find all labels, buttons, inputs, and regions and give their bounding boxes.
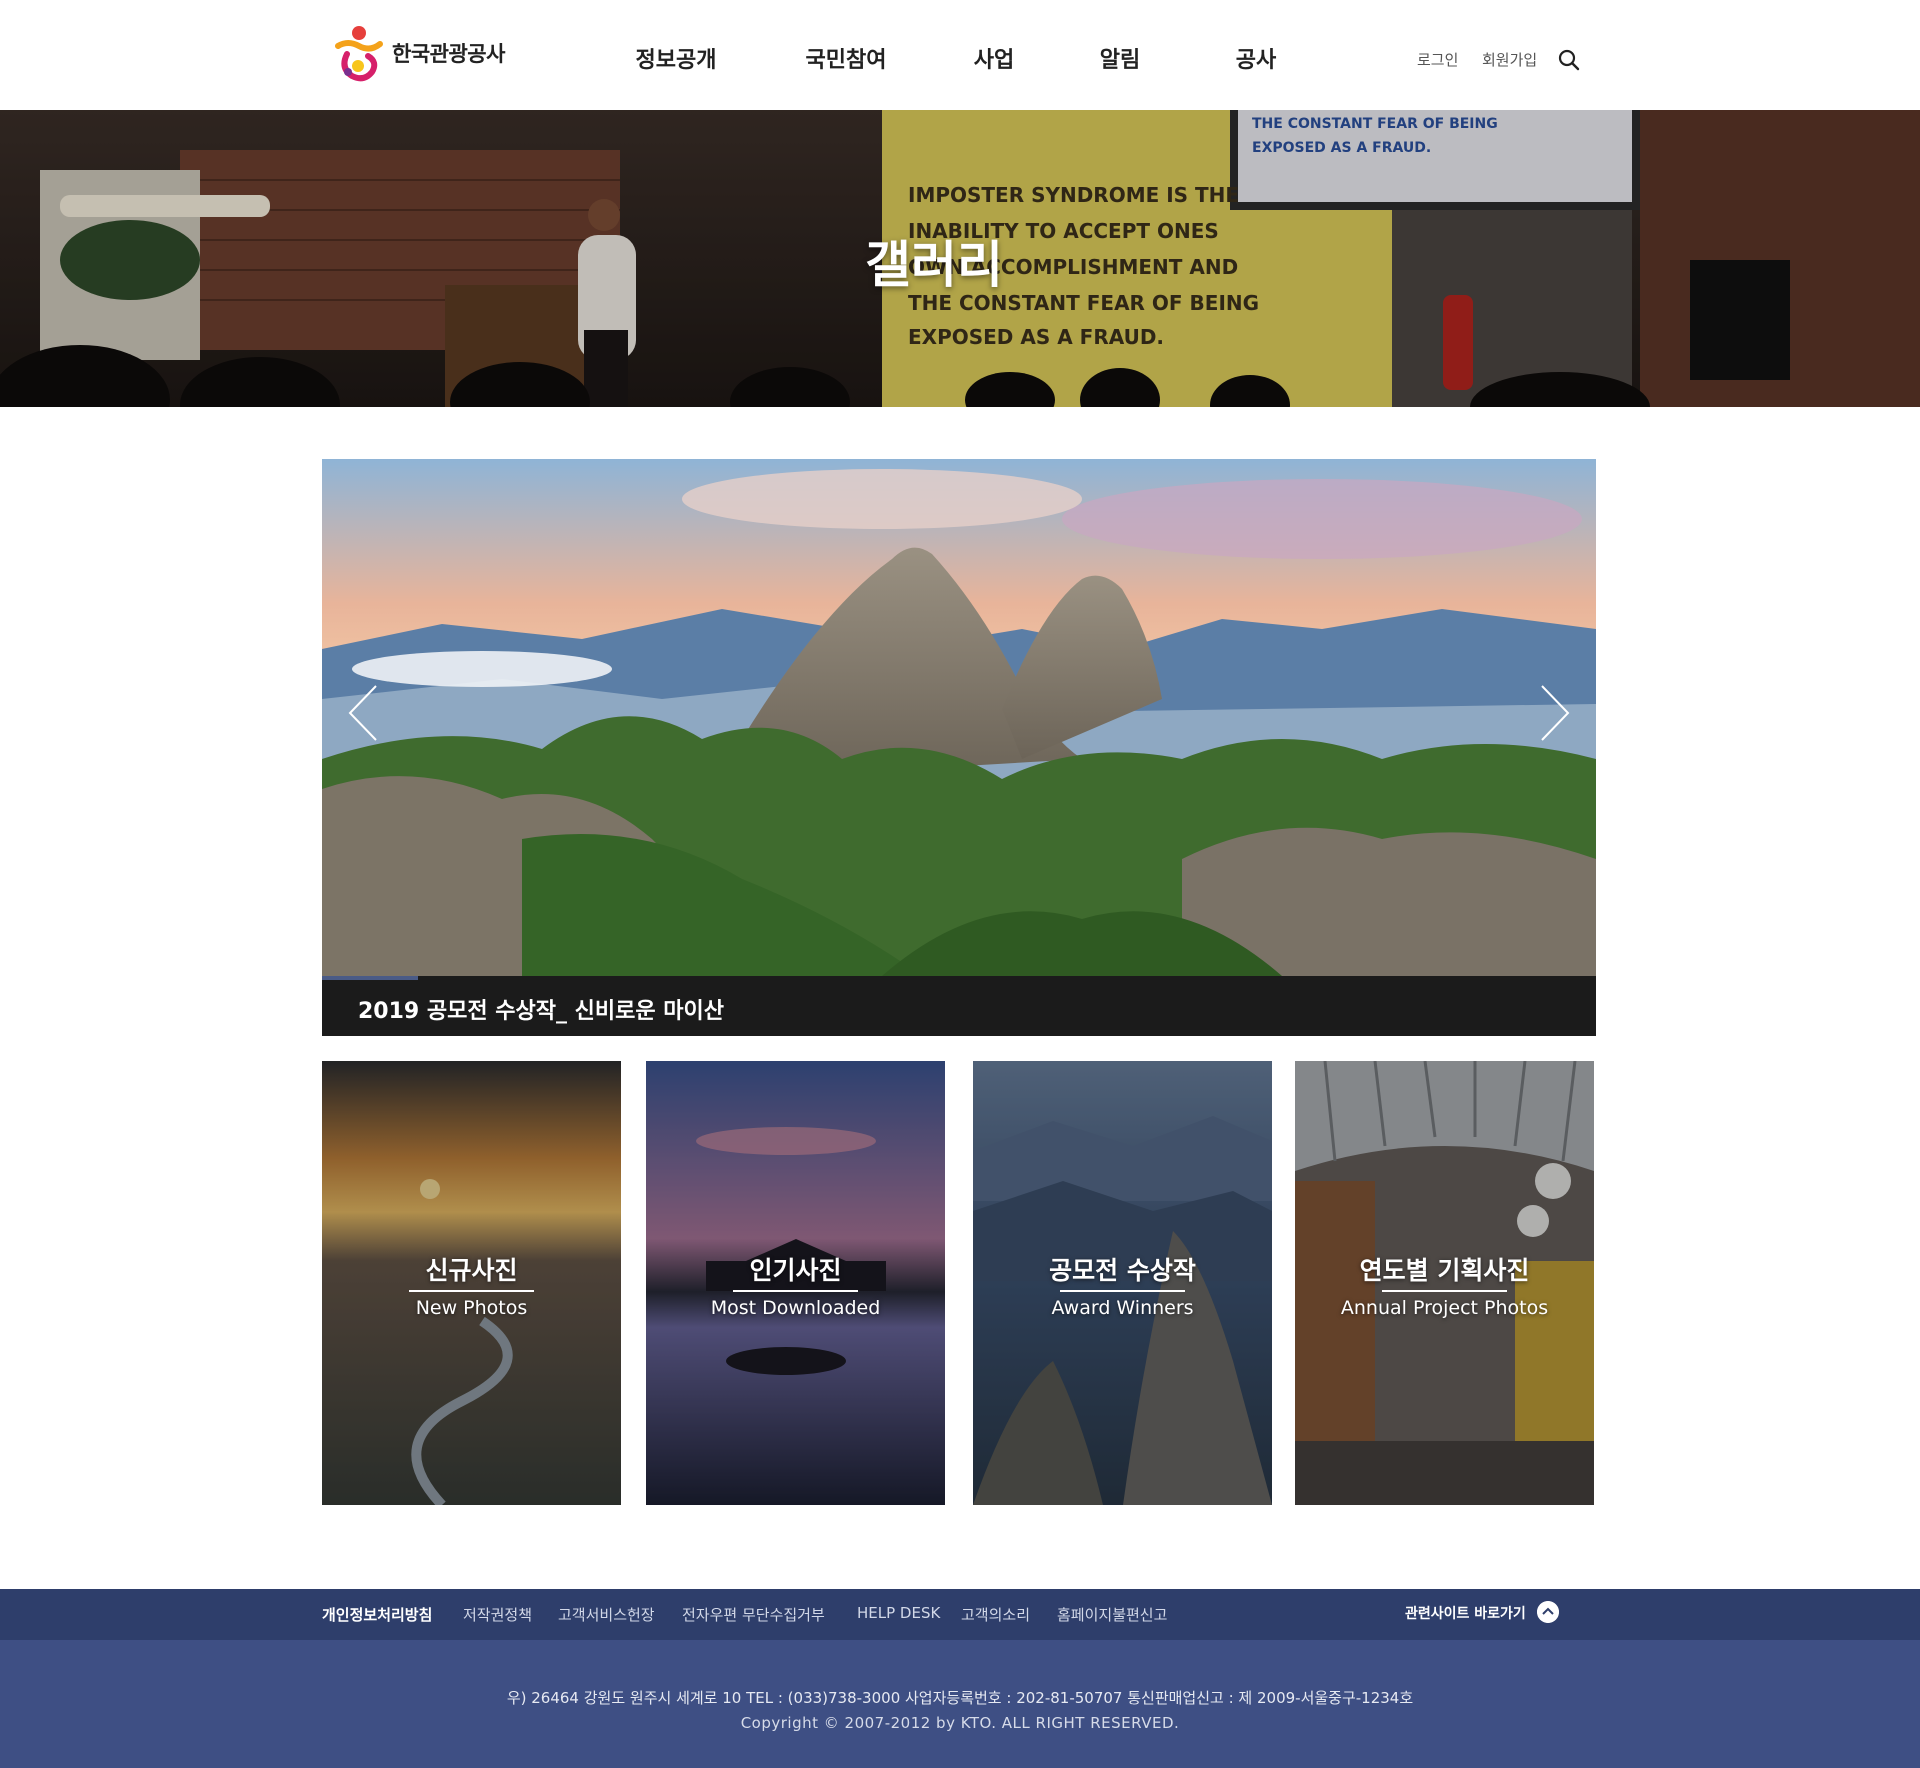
- card-title: 인기사진: [749, 1256, 842, 1285]
- nav-item-info[interactable]: 정보공개: [636, 42, 717, 74]
- footer-link-voice[interactable]: 고객의소리: [961, 1604, 1030, 1625]
- family-site-label[interactable]: 관련사이트 바로가기: [1405, 1603, 1526, 1623]
- category-card-annual[interactable]: 연도별 기획사진 Annual Project Photos: [1295, 1061, 1594, 1505]
- footer-copyright: Copyright © 2007-2012 by KTO. ALL RIGHT …: [740, 1714, 1180, 1732]
- nav-item-notice[interactable]: 알림: [1100, 42, 1140, 74]
- chevron-left-icon[interactable]: [344, 682, 384, 744]
- gallery-slider: 2019 공모전 수상작_ 신비로운 마이산: [322, 459, 1596, 1036]
- footer-address: 우) 26464 강원도 원주시 세계로 10 TEL : (033)738-3…: [506, 1689, 1414, 1707]
- footer-links-bar: 개인정보처리방침 저작권정책 고객서비스헌장 전자우편 무단수집거부 HELP …: [0, 1589, 1920, 1640]
- chevron-right-icon[interactable]: [1534, 682, 1574, 744]
- card-divider: [1060, 1290, 1185, 1292]
- page-title-wrap: 갤러리: [0, 110, 1920, 407]
- footer-link-report[interactable]: 홈페이지불편신고: [1057, 1604, 1167, 1625]
- category-card-new[interactable]: 신규사진 New Photos: [322, 1061, 621, 1505]
- slider-progress-track: [322, 976, 1596, 980]
- card-divider: [409, 1290, 534, 1292]
- nav-item-business[interactable]: 사업: [974, 42, 1014, 74]
- card-subtitle: New Photos: [415, 1297, 528, 1319]
- nav-item-participation[interactable]: 국민참여: [806, 42, 887, 74]
- category-card-popular[interactable]: 인기사진 Most Downloaded: [646, 1061, 945, 1505]
- main-nav: 정보공개 국민참여 사업 알림 공사: [0, 42, 1920, 74]
- card-title: 연도별 기획사진: [1359, 1256, 1530, 1285]
- chevron-up-icon[interactable]: [1537, 1601, 1559, 1623]
- card-divider: [733, 1290, 858, 1292]
- card-subtitle: Annual Project Photos: [1340, 1297, 1549, 1319]
- slide-image-maisan: [322, 459, 1596, 976]
- search-icon[interactable]: [1558, 49, 1580, 71]
- footer-link-helpdesk[interactable]: HELP DESK: [857, 1604, 940, 1622]
- footer-link-copyright[interactable]: 저작권정책: [463, 1604, 532, 1625]
- site-header: 한국관광공사 정보공개 국민참여 사업 알림 공사 로그인 회원가입: [0, 0, 1920, 110]
- slide-caption: 2019 공모전 수상작_ 신비로운 마이산: [358, 999, 724, 1024]
- slider-progress-bar: [322, 976, 418, 980]
- footer-info: 우) 26464 강원도 원주시 세계로 10 TEL : (033)738-3…: [0, 1640, 1920, 1768]
- card-subtitle: Award Winners: [1051, 1297, 1194, 1319]
- footer-link-charter[interactable]: 고객서비스헌장: [558, 1604, 655, 1625]
- nav-item-company[interactable]: 공사: [1236, 42, 1276, 74]
- category-card-award[interactable]: 공모전 수상작 Award Winners: [973, 1061, 1272, 1505]
- login-link[interactable]: 로그인: [1417, 49, 1458, 70]
- page-title: 갤러리: [865, 236, 1003, 294]
- footer-link-email-policy[interactable]: 전자우편 무단수집거부: [682, 1604, 825, 1625]
- card-title: 신규사진: [425, 1256, 518, 1285]
- footer-link-privacy[interactable]: 개인정보처리방침: [322, 1604, 432, 1625]
- signup-link[interactable]: 회원가입: [1482, 49, 1537, 70]
- card-subtitle: Most Downloaded: [710, 1297, 881, 1319]
- card-divider: [1382, 1290, 1507, 1292]
- card-title: 공모전 수상작: [1049, 1256, 1196, 1285]
